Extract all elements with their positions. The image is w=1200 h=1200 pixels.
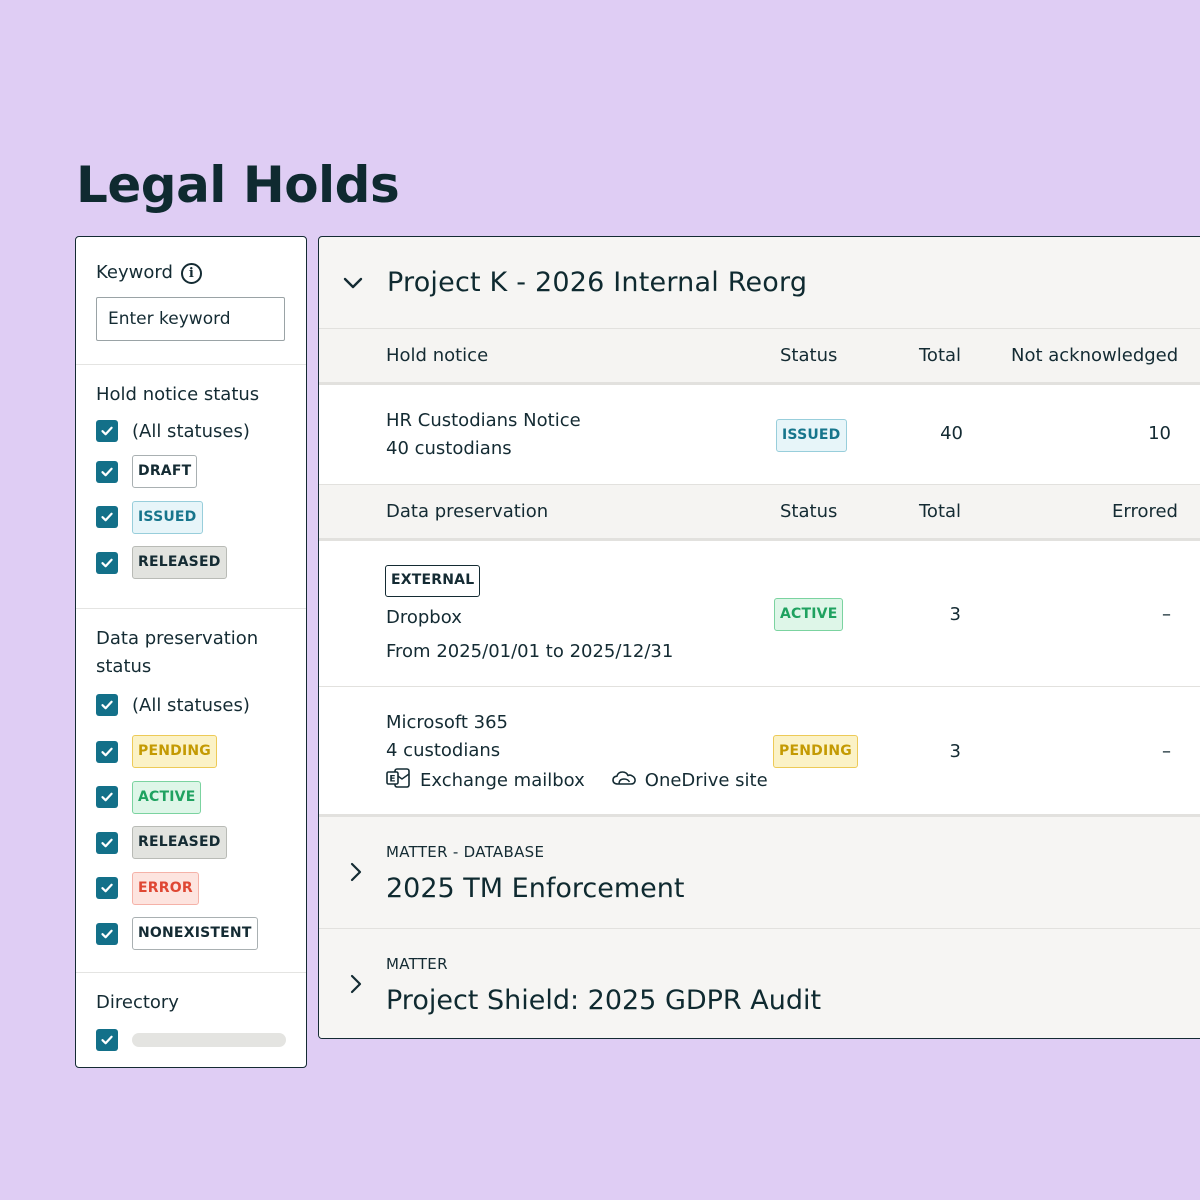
keyword-input[interactable]: [96, 297, 285, 341]
active-badge: ACTIVE: [132, 780, 202, 814]
draft-badge: DRAFT: [132, 455, 198, 489]
total-value: 3: [949, 604, 961, 625]
data-preservation-status-filter: Data preservation status (All statuses) …: [76, 609, 306, 973]
status-badge: PENDING: [773, 735, 858, 768]
external-badge: EXTERNAL: [385, 565, 481, 597]
loading-placeholder: [132, 1032, 286, 1047]
preservation-date-range: From 2025/01/01 to 2025/12/31: [386, 641, 674, 662]
preservation-status-pending[interactable]: PENDING: [96, 729, 286, 775]
preservation-status-active[interactable]: ACTIVE: [96, 775, 286, 821]
table-row[interactable]: HR Custodians Notice 40 custodians ISSUE…: [319, 385, 1200, 485]
column-header-hold-notice[interactable]: Hold notice: [386, 345, 488, 366]
data-preservation-table-header: Data preservation Status Total Errored: [319, 485, 1200, 541]
matter-kind: MATTER - DATABASE: [386, 843, 545, 861]
check-icon[interactable]: [96, 877, 118, 900]
matter-header-collapsed[interactable]: MATTER - DATABASE 2025 TM Enforcement: [319, 817, 1200, 929]
hold-status-all-label: (All statuses): [132, 420, 250, 442]
matter-kind: MATTER: [386, 955, 448, 973]
hold-status-draft[interactable]: DRAFT: [96, 449, 286, 495]
hold-status-all[interactable]: (All statuses): [96, 413, 286, 449]
matters-panel: Project K - 2026 Internal Reorg Hold not…: [318, 236, 1200, 1039]
total-value: 3: [949, 741, 961, 762]
chevron-right-icon[interactable]: [319, 973, 393, 995]
nonexistent-badge: NONEXISTENT: [132, 917, 258, 951]
check-icon[interactable]: [96, 831, 118, 854]
hold-status-issued[interactable]: ISSUED: [96, 495, 286, 541]
hold-status-released[interactable]: RELEASED: [96, 540, 286, 586]
matter-title: 2025 TM Enforcement: [386, 873, 685, 904]
status-badge: ISSUED: [776, 419, 847, 452]
preservation-status-nonexistent[interactable]: NONEXISTENT: [96, 911, 286, 957]
check-icon[interactable]: [96, 922, 118, 945]
pending-badge: PENDING: [132, 735, 217, 769]
info-icon[interactable]: i: [180, 262, 202, 284]
released-badge: RELEASED: [132, 546, 227, 580]
hold-notice-status-heading: Hold notice status: [96, 384, 260, 405]
column-header-status[interactable]: Status: [780, 345, 837, 366]
issued-badge: ISSUED: [132, 500, 203, 534]
errored-value: –: [1162, 604, 1171, 625]
hold-notice-custodians: 40 custodians: [386, 438, 512, 459]
preservation-status-released[interactable]: RELEASED: [96, 820, 286, 866]
column-header-errored[interactable]: Errored: [1112, 501, 1178, 522]
check-icon[interactable]: [96, 740, 118, 763]
chevron-right-icon[interactable]: [319, 861, 393, 883]
keyword-label: Keyword: [96, 262, 173, 283]
directory-filter: Directory: [76, 973, 306, 1063]
data-preservation-status-heading: Data preservation status: [96, 628, 259, 677]
check-icon[interactable]: [96, 694, 118, 716]
cloud-icon: [611, 769, 637, 792]
exchange-icon: E: [386, 767, 412, 794]
column-header-not-acknowledged[interactable]: Not acknowledged: [1011, 345, 1178, 366]
directory-option[interactable]: [96, 1017, 286, 1063]
error-badge: ERROR: [132, 871, 199, 905]
onedrive-site-label: OneDrive site: [644, 770, 768, 791]
page-title: Legal Holds: [76, 156, 400, 214]
directory-heading: Directory: [96, 992, 179, 1013]
matter-header-expanded[interactable]: Project K - 2026 Internal Reorg: [319, 237, 1200, 329]
column-header-data-preservation[interactable]: Data preservation: [386, 501, 548, 522]
check-icon[interactable]: [96, 1028, 118, 1051]
matter-title: Project K - 2026 Internal Reorg: [387, 267, 808, 298]
svg-text:E: E: [389, 775, 395, 785]
matter-header-collapsed[interactable]: MATTER Project Shield: 2025 GDPR Audit: [319, 929, 1200, 1038]
status-badge: ACTIVE: [774, 598, 844, 631]
check-icon[interactable]: [96, 506, 118, 529]
keyword-filter: Keyword i: [76, 237, 306, 365]
check-icon[interactable]: [96, 420, 118, 442]
preservation-status-error[interactable]: ERROR: [96, 866, 286, 912]
hold-notice-status-filter: Hold notice status (All statuses) DRAFT …: [76, 365, 306, 609]
released-badge: RELEASED: [132, 826, 227, 860]
preservation-status-all-label: (All statuses): [132, 694, 250, 716]
total-value: 40: [940, 423, 963, 444]
check-icon[interactable]: [96, 786, 118, 809]
preservation-custodians: 4 custodians: [386, 740, 501, 761]
preservation-name[interactable]: Microsoft 365: [386, 709, 768, 737]
check-icon[interactable]: [96, 551, 118, 574]
chevron-down-icon[interactable]: [319, 276, 387, 290]
matter-title: Project Shield: 2025 GDPR Audit: [386, 985, 822, 1016]
preservation-status-all[interactable]: (All statuses): [96, 681, 286, 729]
errored-value: –: [1162, 741, 1171, 762]
exchange-mailbox-label: Exchange mailbox: [420, 770, 585, 791]
check-icon[interactable]: [96, 460, 118, 483]
table-row[interactable]: Microsoft 365 4 custodians E Exchange ma…: [319, 687, 1200, 817]
filter-sidebar: Keyword i Hold notice status (All status…: [75, 236, 307, 1068]
hold-notice-name[interactable]: HR Custodians Notice: [386, 407, 581, 435]
column-header-total[interactable]: Total: [919, 501, 961, 522]
preservation-name[interactable]: Dropbox: [386, 604, 462, 632]
not-acknowledged-value: 10: [1148, 423, 1171, 444]
table-row[interactable]: EXTERNAL Dropbox From 2025/01/01 to 2025…: [319, 541, 1200, 687]
column-header-status[interactable]: Status: [780, 501, 837, 522]
hold-notice-table-header: Hold notice Status Total Not acknowledge…: [319, 329, 1200, 385]
column-header-total[interactable]: Total: [919, 345, 961, 366]
